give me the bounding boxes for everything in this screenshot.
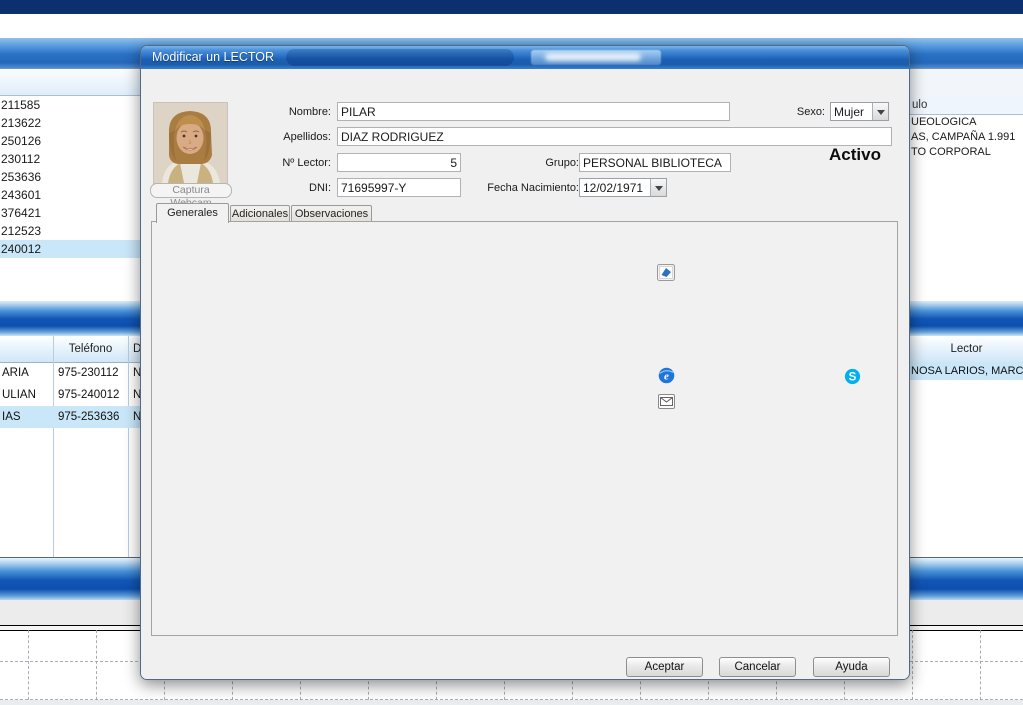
tab-panel [151,221,898,636]
dialog-titlebar[interactable]: Modificar un LECTOR [141,46,909,69]
num-lector-field[interactable] [337,153,461,172]
list-item[interactable]: 211585 [0,96,148,114]
blurred-text-region [531,50,661,65]
list-header [0,69,148,96]
table-header-row: Teléfono D [0,336,148,363]
svg-text:S: S [849,372,857,384]
cell-phone: 975-253636 [58,406,126,428]
tab-generales[interactable]: Generales [156,203,229,223]
svg-text:e: e [664,371,669,383]
background-number-list: 211585 213622 250126 230112 253636 24360… [0,68,148,301]
screen: 211585 213622 250126 230112 253636 24360… [0,0,1023,705]
chevron-down-icon[interactable] [650,179,666,196]
status-activo: Activo [829,145,881,165]
list-item[interactable]: AS, CAMPAÑA 1.991 [909,130,1023,145]
table-row[interactable]: ULIAN 975-240012 N [0,384,148,406]
list-item[interactable]: UEOLOGICA [909,115,1023,130]
cell-phone: 975-230112 [58,362,126,384]
sexo-label: Sexo: [777,106,825,119]
fecha-nacimiento-label: Fecha Nacimiento: [481,182,579,195]
nombre-label: Nombre: [241,106,331,119]
cell-name: IAS [2,406,50,428]
dni-label: DNI: [241,182,331,195]
dni-field[interactable] [337,178,461,197]
list-item[interactable]: 243601 [0,186,148,204]
list-item[interactable]: 212523 [0,222,148,240]
skype-icon[interactable]: S [844,368,862,385]
chevron-down-icon[interactable] [872,103,888,120]
grid-line [912,630,913,705]
sexo-dropdown[interactable] [830,102,889,121]
num-lector-label: Nº Lector: [241,157,331,170]
cell-phone: 975-240012 [58,384,126,406]
ayuda-button[interactable]: Ayuda [813,657,890,677]
table-row-selected[interactable]: IAS 975-253636 N [0,406,148,428]
top-window-bar [0,0,1023,14]
nombre-field[interactable] [337,102,730,121]
background-lector-table: Lector NOSA LARIOS, MARCO [908,336,1023,557]
map-icon[interactable] [657,264,675,281]
grid-line [28,630,29,705]
apellidos-label: Apellidos: [241,131,331,144]
modificar-lector-dialog: Modificar un LECTOR [140,45,910,680]
reader-photo [153,102,228,184]
list-item[interactable]: 213622 [0,114,148,132]
grid-line [980,630,981,705]
list-item[interactable]: TO CORPORAL [909,145,1023,160]
capture-webcam-button[interactable]: Captura Webcam [150,183,232,198]
list-item[interactable]: 230112 [0,150,148,168]
lector-column-header[interactable]: Lector [909,336,1023,363]
grupo-label: Grupo: [486,157,579,170]
grid-line [96,630,97,705]
titulo-column-header[interactable]: ulo [909,97,1023,115]
fecha-value[interactable] [580,179,653,196]
list-item[interactable]: 376421 [0,204,148,222]
sexo-value[interactable] [831,103,875,120]
tab-observaciones[interactable]: Observaciones [291,205,372,222]
list-item[interactable]: 253636 [0,168,148,186]
dialog-title: Modificar un LECTOR [152,46,274,69]
fecha-nacimiento-dropdown[interactable] [579,178,667,197]
dialog-body: Captura Webcam Nombre: Sexo: Apellidos: … [141,69,909,679]
internet-explorer-icon[interactable]: e [658,367,676,384]
table-row[interactable]: ARIA 975-230112 N [0,362,148,384]
portrait-illustration [154,103,227,183]
apellidos-field[interactable] [337,127,892,146]
list-item[interactable]: 250126 [0,132,148,150]
cancelar-button[interactable]: Cancelar [719,657,796,677]
telefono-column-header[interactable]: Teléfono [53,336,128,362]
cell-name: ARIA [2,362,50,384]
aceptar-button[interactable]: Aceptar [626,657,703,677]
email-icon[interactable] [658,394,676,411]
list-item-selected[interactable]: 240012 [0,240,148,258]
background-readers-table: Teléfono D ARIA 975-230112 N ULIAN 975-2… [0,336,148,557]
table-row-selected[interactable]: NOSA LARIOS, MARCO [909,362,1023,380]
tab-adicionales[interactable]: Adicionales [230,205,290,222]
background-bottom-strip [0,700,1023,705]
cell-name: ULIAN [2,384,50,406]
background-title-list: ulo UEOLOGICA AS, CAMPAÑA 1.991 TO CORPO… [908,68,1023,301]
grupo-field[interactable] [579,153,731,172]
list-spacer [909,69,1023,97]
titlebar-shade [286,49,514,66]
